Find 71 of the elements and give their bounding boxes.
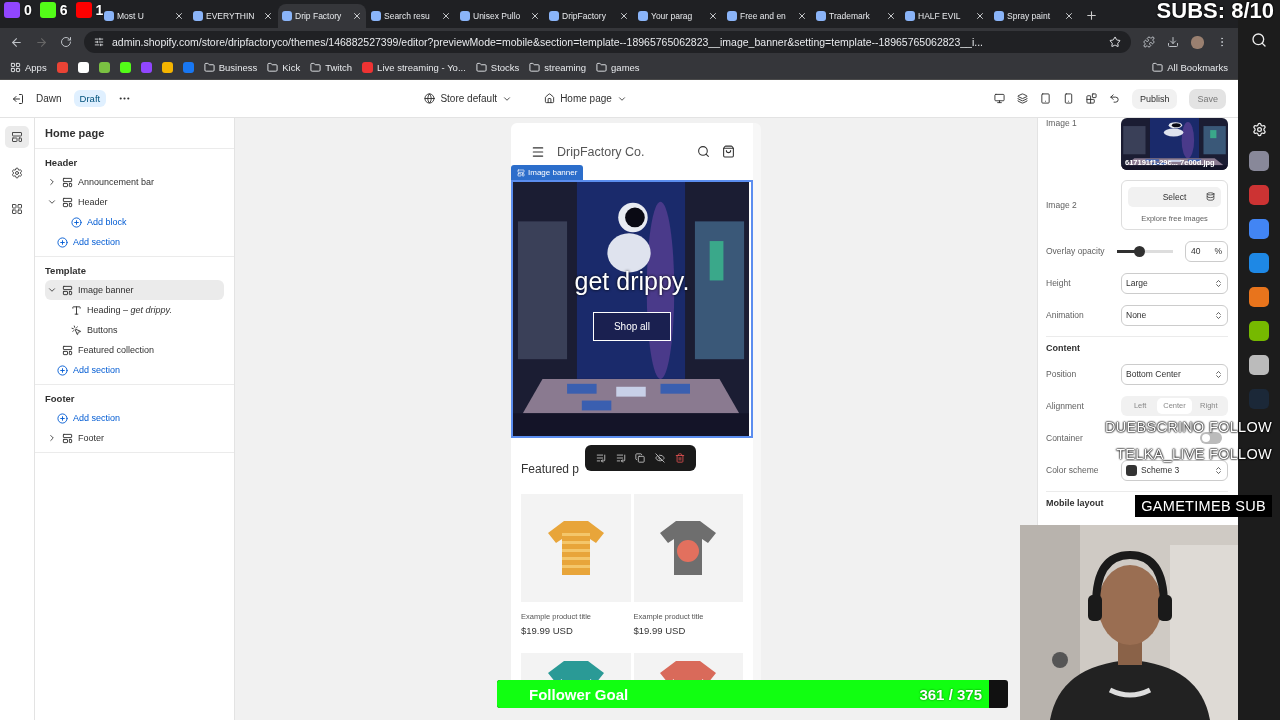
scheme-name: Scheme 3 — [1141, 465, 1180, 475]
subscriber-alert-label: GAMETIMEB SUB — [1135, 495, 1272, 517]
setting-label: Color scheme — [1046, 465, 1099, 475]
tree-item[interactable]: Image banner — [45, 280, 224, 300]
bookmark[interactable]: Kick — [267, 62, 301, 73]
product-price: $19.99 USD — [633, 625, 687, 636]
group-title: Header — [45, 157, 79, 168]
platform-counter: 6 — [39, 2, 68, 18]
add-link[interactable]: Add section — [57, 364, 121, 376]
setting-label: Image 2 — [1046, 200, 1077, 210]
add-link[interactable]: Add section — [57, 412, 121, 424]
browser-tab[interactable]: Free and en — [723, 4, 811, 28]
browser-tab[interactable]: EVERYTHIN — [189, 4, 277, 28]
browser-tab[interactable]: Drip Factory — [278, 4, 366, 28]
shop-button[interactable]: Shop all — [592, 312, 672, 341]
bookmark[interactable]: streaming — [529, 62, 587, 73]
editor-button[interactable]: Publish — [1131, 88, 1178, 109]
browser-tab[interactable]: DripFactory — [545, 4, 633, 28]
tree-item[interactable]: Header — [45, 192, 224, 212]
bookmark[interactable]: Business — [203, 62, 258, 73]
sidebar-title: Home page — [35, 118, 234, 149]
browser-tab[interactable]: Trademark — [812, 4, 900, 28]
browser-tab[interactable]: Unisex Pullo — [456, 4, 544, 28]
store-name: DripFactory Co. — [557, 144, 646, 159]
theme-name: Dawn — [36, 93, 62, 104]
browser-tab[interactable]: Spray paint — [990, 4, 1078, 28]
number-field[interactable]: 40 % — [1185, 240, 1228, 262]
group-title: Footer — [45, 393, 76, 404]
context-selector[interactable]: Store default — [424, 93, 513, 104]
tree-item[interactable]: Buttons — [45, 320, 224, 340]
bookmark[interactable]: Apps — [10, 62, 47, 73]
setting-label: Position — [1046, 369, 1077, 379]
bookmark[interactable]: Live streaming - Yo... — [362, 62, 466, 73]
section-heading: Content — [1046, 336, 1228, 353]
bookmark[interactable]: Twitch — [310, 62, 353, 73]
banner-heading: get drippy. — [574, 267, 690, 296]
select-field[interactable]: Large — [1121, 272, 1228, 294]
setting-label: Overlay opacity — [1046, 246, 1105, 256]
tree-item[interactable]: Footer — [45, 428, 224, 448]
select-field[interactable]: Bottom Center — [1121, 363, 1228, 385]
bookmark[interactable]: games — [596, 62, 640, 73]
select-field[interactable]: None — [1121, 304, 1228, 326]
tree-item[interactable]: Heading – get drippy. — [45, 300, 224, 320]
tree-item[interactable]: Featured collection — [45, 340, 224, 360]
section-title: Featured p — [521, 462, 581, 476]
product-price: $19.99 USD — [521, 625, 574, 636]
subs-counter: SUBS: 8/10 — [1156, 0, 1274, 24]
add-link[interactable]: Add section — [57, 236, 121, 248]
bookmark[interactable]: Stocks — [475, 62, 520, 73]
banner-tag[interactable]: Image banner — [511, 165, 584, 180]
status-badge: Draft — [73, 90, 107, 107]
goal-reading: 361 / 375 — [919, 685, 983, 703]
select-button[interactable]: Select — [1128, 187, 1221, 207]
platform-counter: 1 — [75, 2, 104, 18]
goal-label: Follower Goal — [528, 685, 630, 703]
bookmark[interactable]: All Bookmarks — [1152, 62, 1228, 73]
url-text: admin.shopify.com/store/dripfactoryco/themes/146882527399/editor?previewMode=mobile&section=template--18965765062823__image_banner&setting=template--18965765062823__i... — [112, 36, 984, 48]
browser-tab[interactable]: Your parag — [634, 4, 722, 28]
group-title: Template — [45, 265, 87, 276]
address-bar[interactable]: admin.shopify.com/store/dripfactoryco/themes/146882527399/editor?previewMode=mobile&section=template--18965765062823__image_banner&setting=template--18965765062823__i... — [84, 31, 1131, 53]
platform-counter: 0 — [4, 2, 32, 18]
setting-label: Container — [1046, 433, 1083, 443]
setting-label: Alignment — [1046, 401, 1084, 411]
setting-label: Height — [1046, 278, 1071, 288]
browser-tab[interactable]: Search resu — [367, 4, 455, 28]
setting-label: Animation — [1046, 310, 1084, 320]
browser-tab[interactable]: HALF EVIL — [901, 4, 989, 28]
context-selector[interactable]: Home page — [544, 93, 627, 104]
add-link[interactable]: Add block — [71, 216, 127, 228]
setting-label: Image 1 — [1046, 118, 1077, 128]
tree-item[interactable]: Announcement bar — [45, 172, 224, 192]
